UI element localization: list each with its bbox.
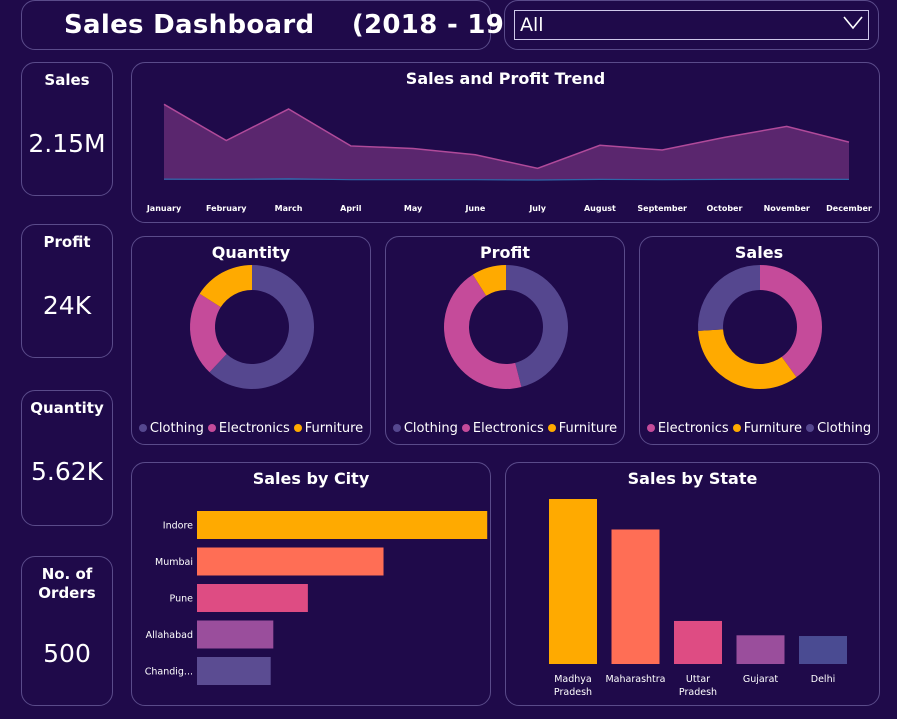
city-chart-card: Sales by City Indore Mumbai Pune Allahabad C…	[131, 462, 491, 706]
kpi-sales-label: Sales	[44, 71, 90, 89]
legend-item: Furniture	[293, 421, 363, 436]
x-tick-label: March	[275, 204, 303, 213]
filter-card: All	[504, 0, 879, 50]
kpi-quantity-card: Quantity 5.62K	[21, 390, 113, 526]
legend-item: Electronics	[461, 421, 544, 436]
legend-dot	[732, 424, 741, 432]
donut-slice-electronics	[760, 265, 822, 378]
state-bar[interactable]	[736, 635, 785, 664]
quantity-donut-chart	[190, 265, 314, 389]
x-tick-label: January	[146, 204, 182, 213]
legend-dot	[646, 424, 655, 432]
legend-dot	[392, 424, 401, 432]
city-label: Chandig...	[145, 667, 193, 678]
kpi-profit-card: Profit 24K	[21, 224, 113, 358]
kpi-quantity-value: 5.62K	[30, 457, 104, 486]
city-label: Allahabad	[146, 630, 193, 641]
city-bar[interactable]	[197, 511, 488, 539]
kpi-sales-value: 2.15M	[28, 129, 106, 158]
city-bar[interactable]	[197, 584, 308, 612]
trend-chart-card: Sales and Profit Trend January February Ma…	[131, 62, 880, 223]
state-label: Uttar Pradesh	[679, 674, 717, 698]
trend-chart: January February March April May June July Augu…	[146, 103, 872, 213]
legend-item: Furniture	[547, 421, 617, 436]
legend-dot	[293, 424, 302, 432]
city-bar[interactable]	[197, 620, 274, 649]
sales-by-state-chart: Madhya Pradesh Maharashtra Uttar Pradesh Guja…	[549, 499, 847, 698]
x-tick-label: December	[826, 204, 872, 213]
trend-area-0	[164, 104, 849, 180]
kpi-orders-card: No. of Orders 500	[21, 556, 113, 706]
kpi-orders-value: 500	[43, 639, 91, 668]
category-dropdown[interactable]: All	[514, 10, 869, 40]
title-card: Sales Dashboard (2018 - 19)	[21, 0, 516, 50]
state-label: Maharashtra	[605, 674, 665, 685]
sales-by-city-chart: Indore Mumbai Pune Allahabad Chandig...	[145, 511, 488, 685]
legend-item: Furniture	[732, 421, 802, 436]
profit-donut-chart	[444, 265, 568, 389]
donut-slice-clothing	[698, 265, 760, 331]
profit-legend: Clothing Electronics Furniture	[386, 421, 624, 436]
city-bar[interactable]	[197, 657, 271, 685]
state-label: Madhya Pradesh	[554, 674, 592, 698]
legend-dot	[547, 424, 556, 432]
donut-slice-furniture	[698, 329, 797, 389]
state-label: Delhi	[811, 674, 835, 685]
state-bar[interactable]	[674, 620, 722, 664]
sales-donut-card: Sales Electronics Furniture Clothing	[639, 236, 879, 445]
x-tick-label: October	[706, 204, 742, 213]
city-label: Pune	[170, 594, 194, 605]
x-tick-label: September	[637, 204, 687, 213]
legend-item: Clothing	[138, 421, 204, 436]
legend-dot	[461, 424, 470, 432]
state-bar[interactable]	[549, 499, 597, 664]
state-bar[interactable]	[799, 636, 847, 664]
kpi-sales-card: Sales 2.15M	[21, 62, 113, 196]
kpi-profit-label: Profit	[43, 233, 91, 251]
x-tick-label: February	[206, 204, 247, 213]
kpi-profit-value: 24K	[42, 291, 92, 320]
quantity-legend: Clothing Electronics Furniture	[132, 421, 370, 436]
city-label: Mumbai	[155, 557, 193, 568]
page-title: Sales Dashboard (2018 - 19)	[64, 10, 517, 40]
profit-donut-card: Profit Clothing Electronics Furniture	[385, 236, 625, 445]
sales-donut-chart	[698, 265, 822, 389]
legend-dot	[138, 424, 147, 432]
x-tick-label: August	[584, 204, 616, 213]
sales-legend: Electronics Furniture Clothing	[640, 421, 878, 436]
legend-item: Clothing	[806, 421, 871, 436]
city-label: Indore	[163, 521, 193, 532]
x-tick-label: November	[764, 204, 810, 213]
x-tick-label: June	[464, 204, 485, 213]
legend-item: Electronics	[207, 421, 290, 436]
x-tick-label: April	[340, 204, 362, 213]
city-bar[interactable]	[197, 547, 384, 576]
legend-item: Clothing	[392, 421, 458, 436]
legend-dot	[806, 424, 815, 432]
donut-slice-electronics	[444, 274, 522, 389]
legend-item: Electronics	[646, 421, 729, 436]
state-bar[interactable]	[611, 529, 660, 664]
state-label: Gujarat	[743, 674, 779, 685]
quantity-donut-card: Quantity Clothing Electronics Furniture	[131, 236, 371, 445]
x-tick-label: July	[528, 204, 546, 213]
x-tick-label: May	[404, 204, 423, 213]
dropdown-value: All	[520, 14, 544, 36]
state-chart-card: Sales by State Madhya Pradesh Maharashtra U…	[505, 462, 880, 706]
legend-dot	[207, 424, 216, 432]
chevron-down-icon[interactable]	[843, 16, 863, 30]
kpi-orders-label: No. of Orders	[38, 565, 96, 602]
kpi-quantity-label: Quantity	[30, 399, 104, 417]
